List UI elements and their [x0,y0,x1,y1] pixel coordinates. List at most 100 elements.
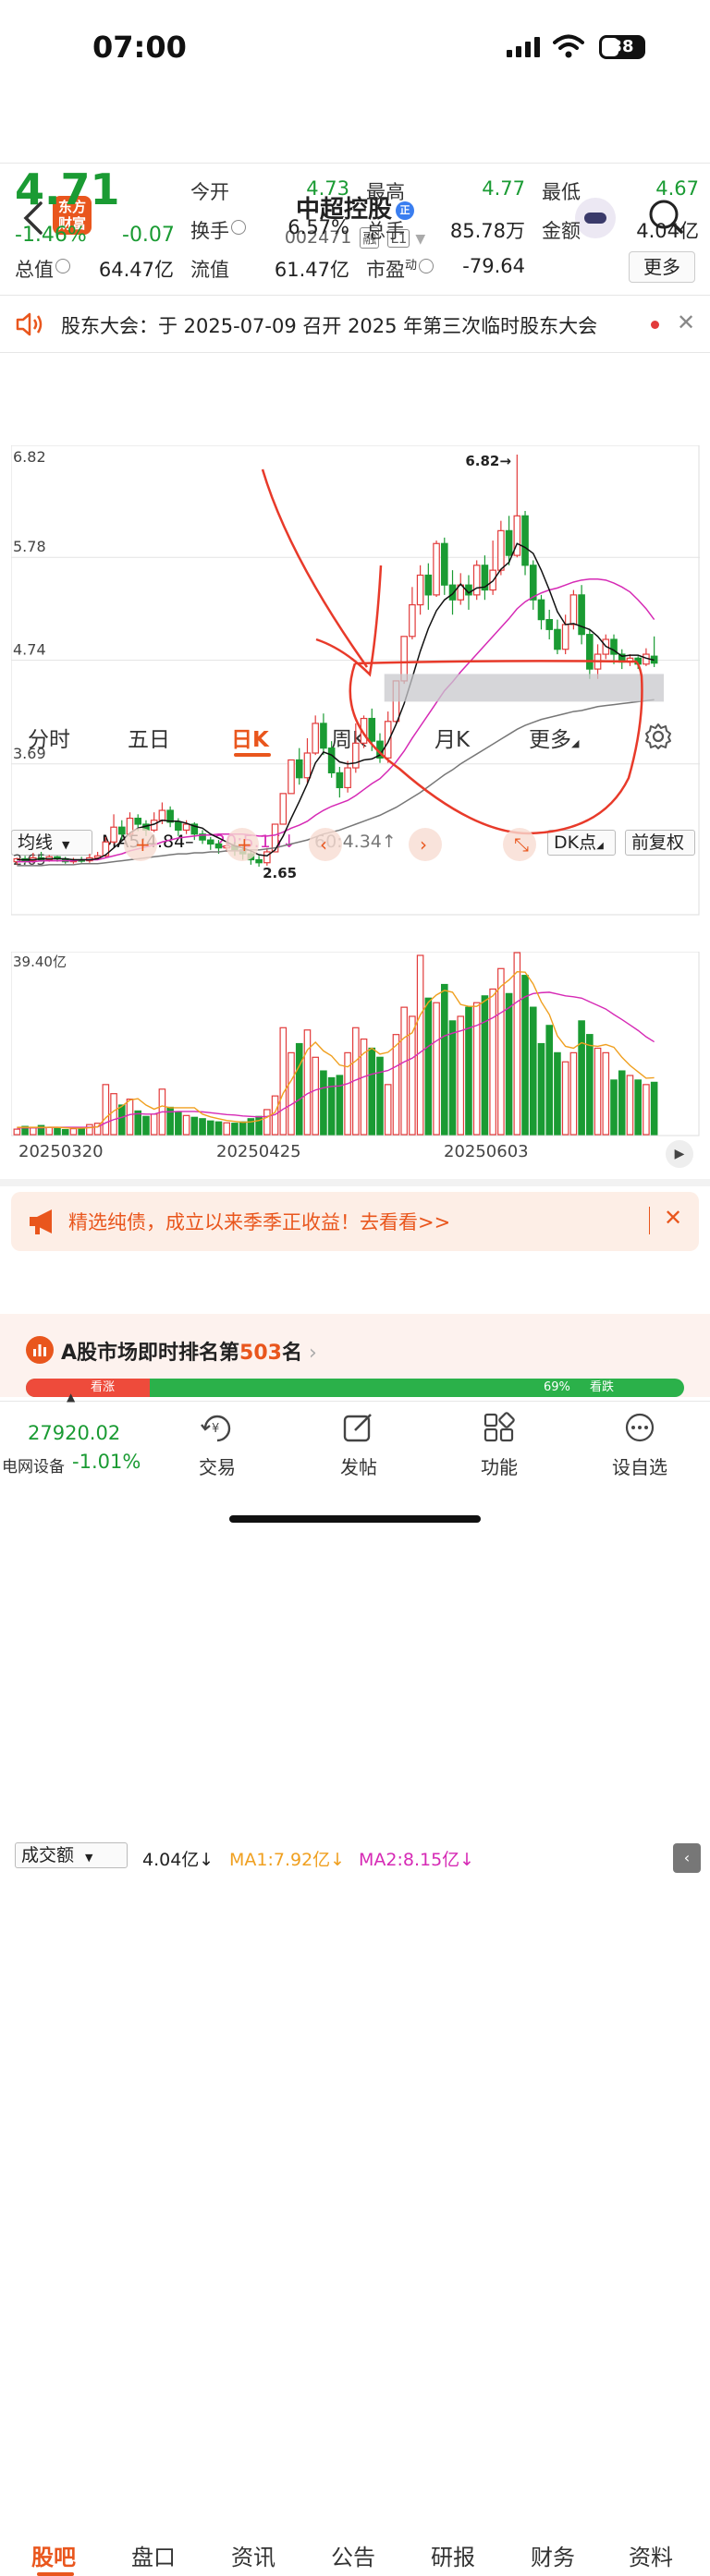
collapse-panel-icon[interactable]: ‹ [673,1843,701,1873]
low-value: 4.67 [655,177,699,200]
signal-icon [507,37,540,57]
chevron-down-icon: ▼ [415,232,426,247]
info-icon[interactable] [55,259,70,273]
volume-bar [288,1051,295,1136]
open-value: 4.73 [306,177,349,200]
volume-label: 总手 [366,220,405,242]
chart-nav-icon: ‹ [320,833,327,856]
wifi-icon [553,34,584,58]
play-icon[interactable]: ▶ [666,1140,693,1168]
volume-y-max-label: 39.40亿 [13,954,67,970]
notice-text: 股东大会：于 2025-07-09 召开 2025 年第三次临时股东大会 [61,315,598,337]
volume-bar [117,1104,126,1136]
post-label[interactable]: 发帖 [317,1452,400,1479]
info-icon[interactable] [231,220,246,235]
candle-body [336,772,344,789]
volume-bar [578,1020,585,1136]
turnover-label[interactable]: 换手 [190,216,246,244]
volume-bar [214,1121,223,1136]
tab-profile[interactable]: 资料 [629,2539,673,2571]
mktcap-value: 64.47亿 [98,259,174,281]
volume-selector[interactable]: 成交额 ▼ [15,1842,128,1868]
index-name[interactable]: 电网设备 [2,1453,65,1476]
candle-body [312,723,319,754]
bullish-segment [26,1379,150,1397]
trade-label[interactable]: 交易 [176,1452,259,1479]
add-watchlist-label[interactable]: 设自选 [598,1452,681,1479]
unread-dot [651,321,659,329]
tab-news[interactable]: 资讯 [231,2539,275,2571]
tab-pankou[interactable]: 盘口 [131,2539,176,2571]
ma5-line [17,542,655,861]
speaker-icon [16,312,43,336]
volume-chart[interactable]: 39.40亿 [11,952,700,1136]
rank-card[interactable]: A股市场即时排名第503名 › 看涨 69% 看跌 [0,1314,710,1397]
index-value[interactable]: 27920.02 [28,1422,120,1444]
annotation-arrow-line [261,468,369,668]
candle-body [279,793,288,825]
candle-body [303,752,312,779]
tab-research[interactable]: 研报 [431,2539,475,2571]
pe-label[interactable]: 市盈动 [366,255,435,283]
chart-tabs: 分时 五日 日K 周K 月K 更多◢ [0,354,710,757]
bar-chart-icon [26,1336,54,1364]
add-watchlist-icon[interactable] [623,1412,656,1443]
y-tick-label: 5.78 [13,538,46,555]
candle-body [505,529,513,556]
change-percent: -1.46% [15,224,87,247]
promo-banner[interactable]: 精选纯债，成立以来季季正收益！去看看>> ✕ [11,1192,699,1251]
open-label: 今开 [190,181,229,203]
candle-body [384,721,392,759]
functions-label[interactable]: 功能 [458,1452,541,1479]
volume-bar [392,1034,400,1136]
volume-bar [239,1121,247,1136]
mktcap-label[interactable]: 总值 [15,255,70,283]
candle-body [554,628,561,650]
volume-bar [481,995,489,1136]
assistant-robot-icon[interactable] [575,198,616,238]
info-tabs: 股吧 盘口 资讯 公告 研报 财务 资料 [0,1268,710,2576]
triangle-up-icon[interactable]: ▲ [67,1391,75,1403]
trade-icon[interactable]: ¥ [200,1412,235,1443]
volume-bar [497,967,505,1136]
candle-body [344,767,351,789]
notice-bar[interactable]: 股东大会：于 2025-07-09 召开 2025 年第三次临时股东大会 ✕ [0,297,710,352]
tab-guba[interactable]: 股吧 [31,2539,76,2571]
volume-bar [650,1081,658,1136]
candle-body [368,717,376,742]
volume-bar [86,1124,93,1136]
candle-body [440,542,448,586]
volume-bar [150,1113,158,1136]
volume-bar [182,1114,190,1136]
kline-chart[interactable]: 6.825.784.743.692.656.82→2.65+ + ‹ › ⤡ [11,445,700,917]
compose-post-icon[interactable] [342,1412,375,1443]
close-icon[interactable]: ✕ [677,310,695,335]
volume-bar [634,1079,642,1136]
candle-body [206,839,214,845]
candle-body [545,619,554,630]
divider [0,163,710,164]
more-button[interactable]: 更多 [629,251,695,283]
volume-bar [513,952,521,1136]
volume-bar [594,1047,602,1136]
high-value: 4.77 [482,177,525,200]
close-icon[interactable]: ✕ [664,1205,682,1231]
chart-nav-icon: › [420,833,427,856]
tab-finance[interactable]: 财务 [531,2539,575,2571]
index-change[interactable]: -1.01% [72,1451,141,1473]
info-icon[interactable] [419,259,435,273]
home-indicator[interactable] [229,1515,481,1523]
y-tick-label: 4.74 [13,640,46,658]
volume-bar [312,1056,319,1136]
low-price-marker: 2.65 [263,865,297,881]
volume-bar [279,1027,288,1136]
amount-label: 金额 [542,220,581,242]
volume-bar [529,1006,537,1136]
functions-grid-icon[interactable] [483,1412,516,1443]
volume-bar [206,1120,214,1136]
battery-icon: 38 [599,35,645,59]
active-tab-indicator [37,2572,74,2576]
status-bar: 07:00 38 [0,0,710,92]
tab-announcement[interactable]: 公告 [331,2539,375,2571]
candle-body [472,565,481,596]
